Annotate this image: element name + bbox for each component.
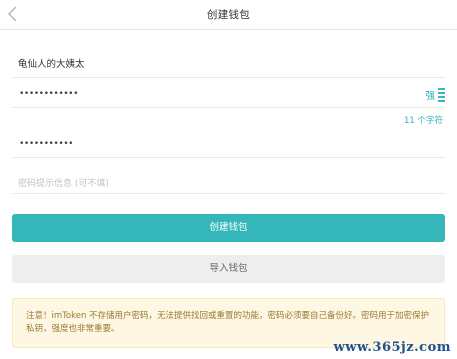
import-wallet-button[interactable]: 导入钱包 (12, 255, 445, 283)
wallet-name-field[interactable]: 龟仙人的大姨太 (12, 50, 445, 78)
password-field[interactable]: •••••••••••• (12, 86, 445, 108)
confirm-password-field[interactable]: ••••••••••• (12, 136, 445, 158)
password-hint-field[interactable]: 密码提示信息 (可不填) (12, 170, 445, 194)
watermark: www.365jz.com (333, 340, 451, 355)
security-notice-text: 注意！imToken 不存储用户密码，无法提供找回或重置的功能，密码必须要自己备… (26, 311, 430, 334)
nav-bar: 创建钱包 (0, 0, 457, 30)
password-strength-indicator: 强 (425, 86, 445, 102)
password-value: •••••••••••• (19, 89, 79, 99)
page-title: 创建钱包 (206, 9, 251, 21)
strength-bars-icon (438, 87, 445, 102)
password-strength-label: 强 (425, 91, 435, 102)
create-wallet-button[interactable]: 创建钱包 (12, 214, 445, 242)
wallet-name-value: 龟仙人的大姨太 (18, 59, 85, 70)
password-hint-placeholder: 密码提示信息 (可不填) (18, 179, 109, 189)
confirm-password-value: ••••••••••• (19, 139, 74, 149)
password-char-count: 11 个字符 (403, 116, 443, 126)
